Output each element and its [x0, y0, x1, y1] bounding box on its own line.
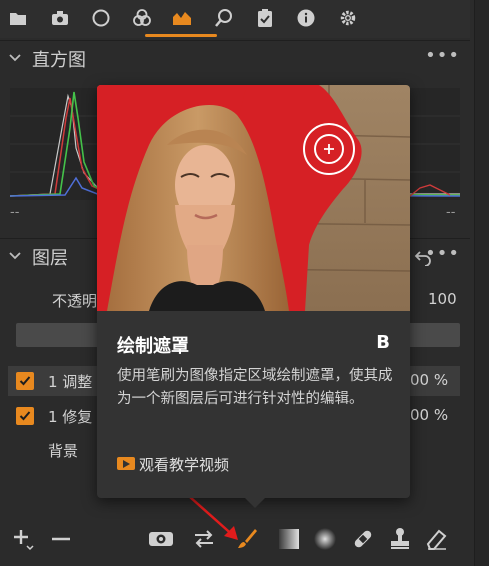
opacity-label: 不透明 — [52, 292, 98, 310]
more-icon[interactable]: ••• — [425, 45, 460, 66]
layer-checkbox[interactable] — [16, 407, 34, 425]
histogram-left-label: -- — [10, 205, 20, 220]
remove-layer-icon[interactable] — [48, 526, 74, 552]
layers-icon[interactable] — [170, 6, 194, 30]
eye-icon[interactable] — [148, 526, 174, 552]
chevron-down-icon — [9, 54, 21, 62]
layer-checkbox[interactable] — [16, 372, 34, 390]
background-layer[interactable]: 背景 — [48, 440, 78, 461]
layer-percent: 00 % — [410, 371, 449, 389]
folder-icon[interactable] — [6, 6, 30, 30]
add-layer-icon[interactable] — [10, 526, 36, 552]
radial-gradient-icon[interactable] — [312, 526, 338, 552]
gradient-icon[interactable] — [276, 526, 302, 552]
tooltip-description: 使用笔刷为图像指定区域绘制遮罩，使其成为一个新图层后可进行针对性的编辑。 — [117, 368, 393, 407]
circle-icon[interactable] — [89, 6, 113, 30]
tooltip-preview-image — [97, 85, 410, 311]
clipboard-icon[interactable] — [253, 6, 277, 30]
gear-icon[interactable] — [336, 6, 360, 30]
layer-percent: 00 % — [410, 406, 449, 424]
scrollbar[interactable] — [474, 0, 489, 566]
histogram-header[interactable]: 直方图 ••• — [0, 40, 470, 77]
tooltip-popover: 绘制遮罩 B 使用笔刷为图像指定区域绘制遮罩，使其成为一个新图层后可进行针对性的… — [97, 85, 410, 508]
tool-tabs — [0, 0, 470, 38]
tutorial-video-link[interactable]: 观看教学视频 — [139, 454, 229, 475]
active-tab-indicator — [145, 34, 217, 37]
stamp-icon[interactable] — [387, 526, 413, 552]
opacity-value[interactable]: 100 — [428, 290, 457, 308]
video-play-icon[interactable] — [117, 457, 135, 470]
eraser-icon[interactable] — [424, 526, 450, 552]
tooltip-title: 绘制遮罩 — [117, 336, 189, 357]
layer-name: 1 修复 — [48, 408, 93, 426]
search-icon[interactable] — [212, 6, 236, 30]
histogram-title: 直方图 — [32, 50, 86, 71]
layer-name: 1 调整 — [48, 373, 93, 391]
layers-title: 图层 — [32, 248, 68, 269]
annotation-arrow — [189, 496, 238, 540]
chevron-down-icon — [9, 252, 21, 260]
check-icon — [19, 376, 31, 386]
histogram-right-label: -- — [446, 205, 456, 220]
color-icon[interactable] — [130, 6, 154, 30]
heal-icon[interactable] — [350, 526, 376, 552]
camera-icon[interactable] — [48, 6, 72, 30]
more-icon[interactable]: ••• — [425, 243, 460, 264]
info-icon[interactable] — [294, 6, 318, 30]
check-icon — [19, 411, 31, 421]
tooltip-shortcut: B — [376, 332, 390, 353]
